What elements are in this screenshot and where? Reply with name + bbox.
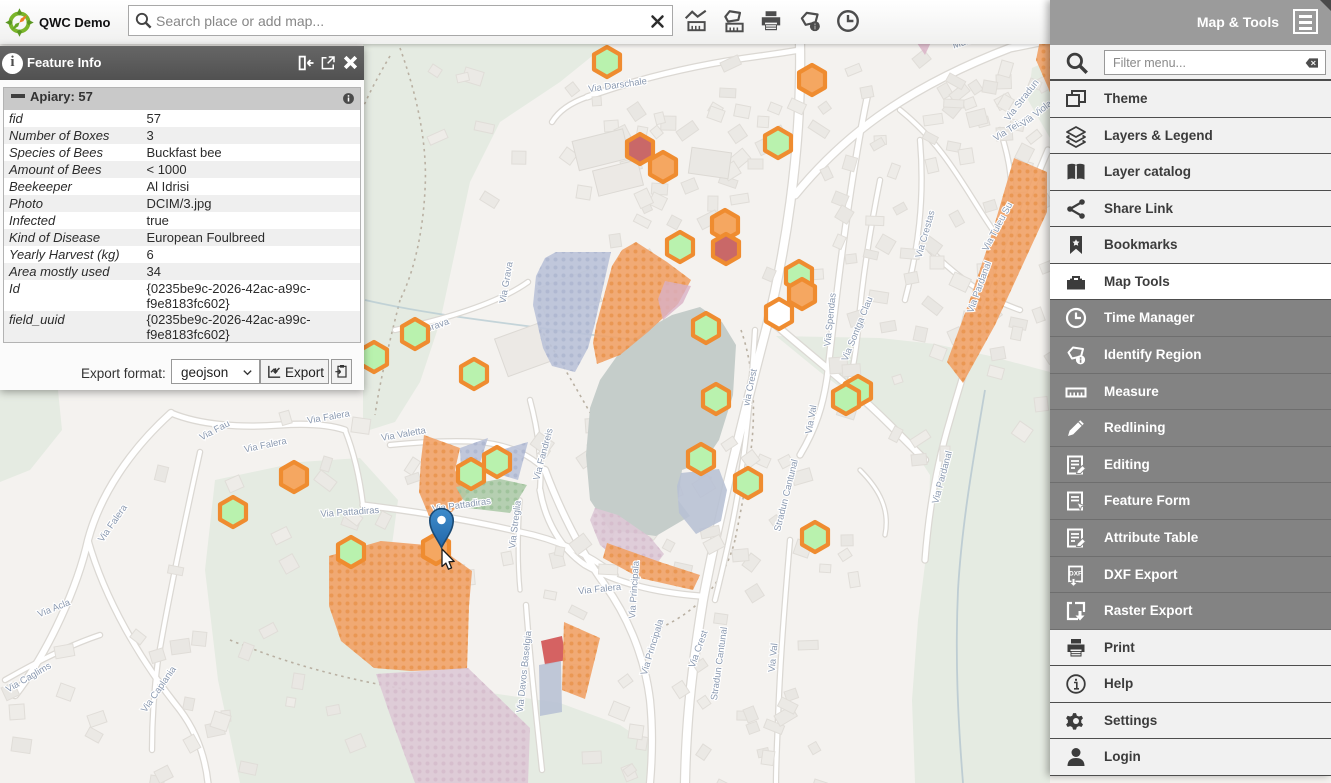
svg-text:DXF: DXF — [1069, 570, 1082, 577]
